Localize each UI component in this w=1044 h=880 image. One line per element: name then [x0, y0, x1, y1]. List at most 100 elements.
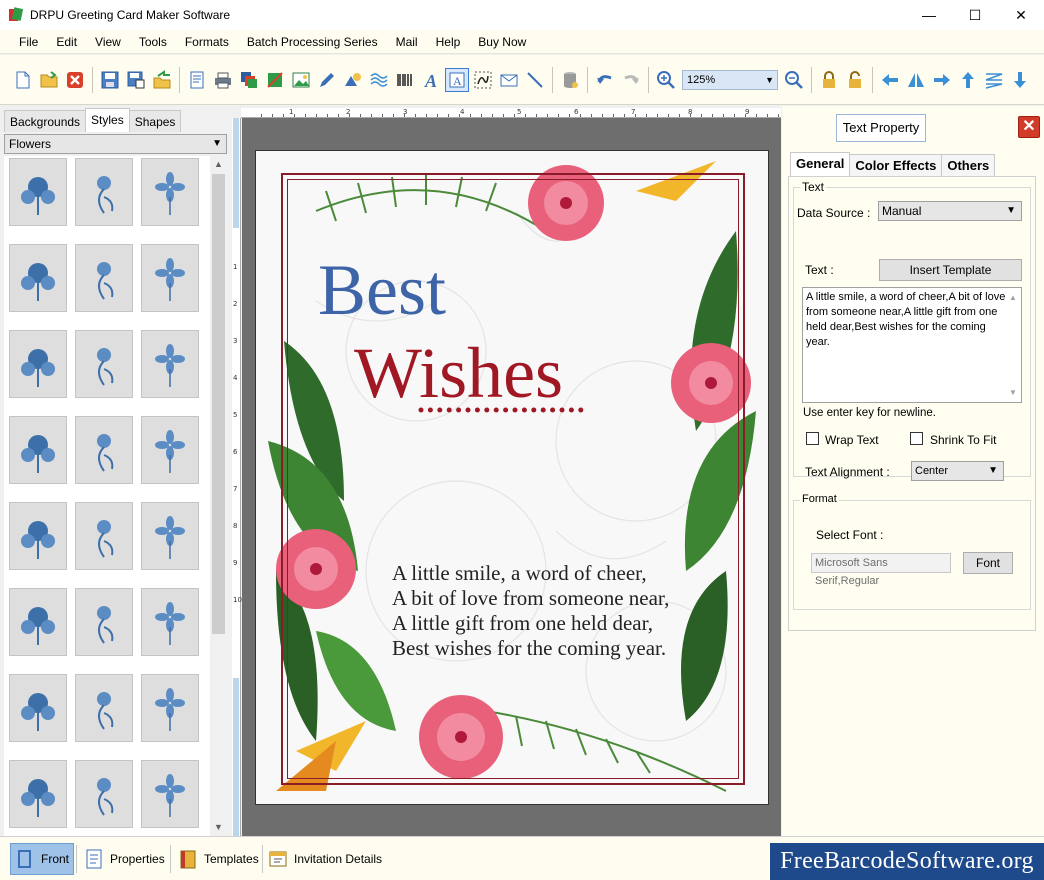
properties-tab[interactable]: Properties — [84, 843, 165, 875]
barcode-wave-icon[interactable] — [368, 69, 390, 91]
style-thumbnail[interactable] — [141, 158, 199, 226]
menu-buy-now[interactable]: Buy Now — [469, 30, 535, 54]
brand-banner[interactable]: FreeBarcodeSoftware.org — [770, 843, 1044, 880]
style-thumbnail[interactable] — [75, 244, 133, 312]
style-thumbnail[interactable] — [141, 416, 199, 484]
shapes-icon[interactable] — [342, 69, 364, 91]
menu-help[interactable]: Help — [427, 30, 470, 54]
arrow-up-icon[interactable] — [957, 69, 979, 91]
lock-icon[interactable] — [818, 69, 840, 91]
style-thumbnail[interactable] — [75, 416, 133, 484]
menu-mail[interactable]: Mail — [387, 30, 427, 54]
scroll-down-icon[interactable]: ▼ — [1009, 385, 1017, 400]
barcode-icon[interactable] — [394, 69, 416, 91]
font-button[interactable]: Font — [963, 552, 1013, 574]
card-poem-text[interactable]: A little smile, a word of cheer, A bit o… — [392, 561, 669, 661]
tab-shapes[interactable]: Shapes — [128, 110, 182, 132]
zoom-dropdown[interactable]: 125% ▼ — [682, 69, 778, 90]
style-thumbnail[interactable] — [9, 158, 67, 226]
align-icon[interactable] — [983, 69, 1005, 91]
pen-icon[interactable] — [316, 69, 338, 91]
email-icon[interactable] — [498, 69, 520, 91]
tab-backgrounds[interactable]: Backgrounds — [4, 110, 87, 132]
undo-icon[interactable] — [594, 69, 616, 91]
menu-view[interactable]: View — [86, 30, 130, 54]
style-thumbnail[interactable] — [9, 416, 67, 484]
scroll-down-icon[interactable]: ▼ — [210, 819, 227, 836]
print-icon[interactable] — [212, 69, 234, 91]
arrow-left-icon[interactable] — [879, 69, 901, 91]
menu-tools[interactable]: Tools — [130, 30, 176, 54]
style-thumbnail[interactable] — [9, 674, 67, 742]
zoom-in-icon[interactable] — [655, 69, 677, 91]
copy-layers-icon[interactable] — [238, 69, 260, 91]
database-icon[interactable] — [559, 69, 581, 91]
style-thumbnail[interactable] — [75, 158, 133, 226]
redo-icon[interactable] — [620, 69, 642, 91]
arrow-right-icon[interactable] — [931, 69, 953, 91]
style-thumbnail[interactable] — [9, 330, 67, 398]
close-doc-icon[interactable] — [64, 69, 86, 91]
close-panel-icon[interactable]: ✕ — [1018, 116, 1040, 138]
line-icon[interactable] — [524, 69, 546, 91]
text-alignment-dropdown[interactable]: Center ▼ — [911, 461, 1004, 481]
open-folder-icon[interactable] — [38, 69, 60, 91]
menu-edit[interactable]: Edit — [47, 30, 86, 54]
style-thumbnail[interactable] — [9, 760, 67, 828]
new-icon[interactable] — [12, 69, 34, 91]
textarea-scrollbar[interactable]: ▲ ▼ — [1005, 288, 1021, 402]
style-thumbnail[interactable] — [141, 502, 199, 570]
style-thumbnail[interactable] — [9, 588, 67, 656]
save-as-icon[interactable] — [125, 69, 147, 91]
text-property-icon[interactable]: A — [445, 67, 469, 92]
unlock-icon[interactable] — [844, 69, 866, 91]
print-preview-icon[interactable] — [186, 69, 208, 91]
close-button[interactable]: ✕ — [998, 0, 1044, 30]
style-thumbnail[interactable] — [141, 588, 199, 656]
tab-styles[interactable]: Styles — [85, 108, 130, 132]
card-heading-best[interactable]: Best — [318, 254, 446, 326]
style-thumbnail[interactable] — [75, 502, 133, 570]
insert-picture-icon[interactable] — [290, 69, 312, 91]
arrow-down-icon[interactable] — [1009, 69, 1031, 91]
save-icon[interactable] — [99, 69, 121, 91]
scrollbar-thumb[interactable] — [212, 174, 225, 634]
insert-template-button[interactable]: Insert Template — [879, 259, 1022, 281]
flip-horizontal-icon[interactable] — [905, 69, 927, 91]
scroll-up-icon[interactable]: ▲ — [1009, 290, 1017, 305]
wrap-text-checkbox[interactable] — [806, 432, 819, 445]
shrink-to-fit-checkbox[interactable] — [910, 432, 923, 445]
data-source-dropdown[interactable]: Manual ▼ — [878, 201, 1022, 221]
card-heading-wishes[interactable]: Wishes — [354, 337, 563, 409]
style-thumbnail[interactable] — [9, 244, 67, 312]
style-thumbnail[interactable] — [75, 760, 133, 828]
export-icon[interactable] — [151, 69, 173, 91]
tab-color-effects[interactable]: Color Effects — [849, 154, 943, 176]
scroll-up-icon[interactable]: ▲ — [210, 156, 227, 173]
greeting-card[interactable]: Best Wishes A little smile, a word of ch… — [255, 150, 769, 805]
style-thumbnail[interactable] — [75, 674, 133, 742]
invitation-details-tab[interactable]: Invitation Details — [268, 843, 382, 875]
templates-tab[interactable]: Templates — [178, 843, 259, 875]
menu-formats[interactable]: Formats — [176, 30, 238, 54]
tab-general[interactable]: General — [790, 152, 851, 176]
image-crop-icon[interactable] — [264, 69, 286, 91]
style-thumbnail[interactable] — [141, 674, 199, 742]
style-thumbnail[interactable] — [141, 244, 199, 312]
text-icon[interactable]: A — [420, 69, 442, 91]
maximize-button[interactable]: ☐ — [952, 0, 998, 30]
text-content-area[interactable]: A little smile, a word of cheer,A bit of… — [802, 287, 1022, 403]
style-thumbnail[interactable] — [75, 588, 133, 656]
zoom-out-icon[interactable] — [783, 69, 805, 91]
tab-others[interactable]: Others — [941, 154, 996, 176]
front-tab[interactable]: Front — [10, 843, 75, 875]
signature-icon[interactable] — [472, 69, 494, 91]
style-thumbnail[interactable] — [141, 330, 199, 398]
style-thumbnail[interactable] — [75, 330, 133, 398]
menu-batch-processing[interactable]: Batch Processing Series — [238, 30, 387, 54]
style-thumbnail[interactable] — [141, 760, 199, 828]
minimize-button[interactable]: — — [906, 0, 952, 30]
category-dropdown[interactable]: Flowers ▼ — [4, 134, 227, 154]
style-thumbnail[interactable] — [9, 502, 67, 570]
design-canvas[interactable]: Best Wishes A little smile, a word of ch… — [242, 118, 781, 836]
